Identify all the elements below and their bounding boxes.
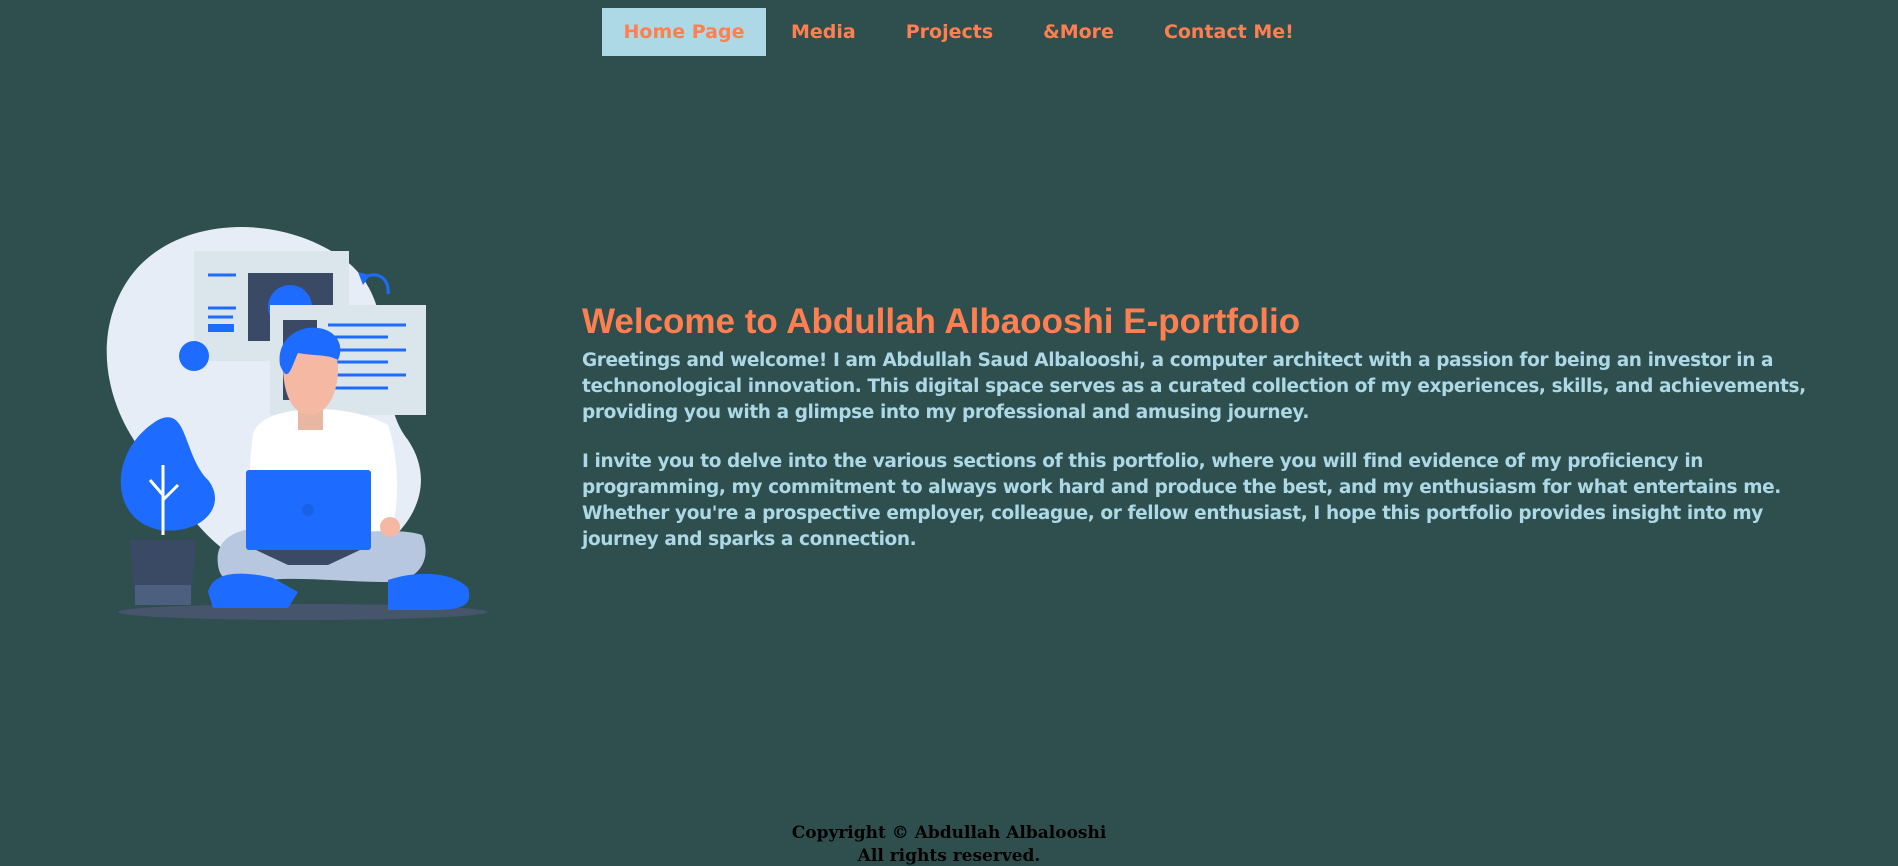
main-nav: Home Page Media Projects &More Contact M…: [602, 8, 1319, 56]
main-content: Welcome to Abdullah Albaooshi E-portfoli…: [582, 300, 1832, 553]
footer: Copyright © Abdullah Albalooshi All righ…: [0, 822, 1898, 866]
nav-home-page[interactable]: Home Page: [602, 8, 766, 56]
intro-paragraph: Greetings and welcome! I am Abdullah Sau…: [582, 350, 1806, 423]
rights-text: All rights reserved.: [857, 846, 1041, 866]
invitation-paragraph: I invite you to delve into the various s…: [582, 451, 1781, 550]
hero-illustration: [106, 227, 488, 620]
nav-projects[interactable]: Projects: [881, 8, 1018, 56]
nav-more[interactable]: &More: [1018, 8, 1139, 56]
nav-contact[interactable]: Contact Me!: [1139, 8, 1319, 56]
nav-media[interactable]: Media: [766, 8, 881, 56]
copyright-text: Copyright © Abdullah Albalooshi: [791, 823, 1107, 843]
page-title: Welcome to Abdullah Albaooshi E-portfoli…: [582, 302, 1301, 341]
person-with-laptop-icon: [88, 220, 528, 630]
